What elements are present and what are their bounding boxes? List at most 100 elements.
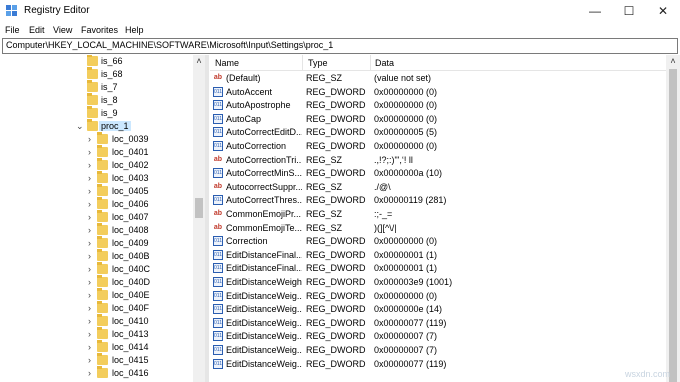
column-divider[interactable] [370, 55, 371, 70]
tree-item-label[interactable]: loc_0409 [112, 238, 149, 248]
value-row[interactable]: 011 Correction REG_DWORD 0x00000000 (0) [210, 235, 666, 248]
tree-item[interactable]: › loc_0410 [0, 314, 190, 328]
tree-item-label[interactable]: is_68 [101, 69, 123, 79]
chevron-right-icon[interactable]: › [88, 212, 91, 222]
minimize-button[interactable]: — [578, 0, 612, 22]
chevron-right-icon[interactable]: › [88, 329, 91, 339]
close-button[interactable]: ✕ [646, 0, 680, 22]
value-row[interactable]: 011 AutoCap REG_DWORD 0x00000000 (0) [210, 113, 666, 126]
column-header-data[interactable]: Data [375, 58, 394, 68]
scroll-up-arrow-icon[interactable]: ˄ [193, 55, 205, 67]
scroll-up-arrow-icon[interactable]: ˄ [666, 55, 680, 67]
tree-item[interactable]: › loc_040F [0, 301, 190, 315]
tree-item[interactable]: › loc_0406 [0, 197, 190, 211]
address-text[interactable]: Computer\HKEY_LOCAL_MACHINE\SOFTWARE\Mic… [6, 40, 333, 50]
chevron-right-icon[interactable]: › [88, 355, 91, 365]
values-scroll-thumb[interactable] [669, 69, 677, 382]
tree-item-label[interactable]: is_9 [101, 108, 118, 118]
menu-view[interactable]: View [53, 25, 72, 35]
column-divider[interactable] [302, 55, 303, 70]
tree-item[interactable]: › loc_0408 [0, 223, 190, 237]
value-row[interactable]: ab (Default) REG_SZ (value not set) [210, 72, 666, 85]
tree-item-label[interactable]: loc_0039 [112, 134, 149, 144]
value-row[interactable]: 011 EditDistanceWeight REG_DWORD 0x000003e9… [210, 276, 666, 289]
tree-item[interactable]: › loc_0413 [0, 327, 190, 341]
tree-item-label[interactable]: is_66 [101, 56, 123, 66]
value-row[interactable]: 011 EditDistanceWeig... REG_DWORD 0x0000000… [210, 344, 666, 357]
tree-item-label[interactable]: loc_040E [112, 290, 150, 300]
tree-item-label[interactable]: loc_0403 [112, 173, 149, 183]
tree-item-label[interactable]: loc_040B [112, 251, 150, 261]
chevron-right-icon[interactable]: › [88, 160, 91, 170]
value-row[interactable]: 011 EditDistanceWeig... REG_DWORD 0x0000007… [210, 358, 666, 371]
value-row[interactable]: 011 EditDistanceWeig... REG_DWORD 0x0000000… [210, 330, 666, 343]
value-row[interactable]: 011 EditDistanceFinal... REG_DWORD 0x000000… [210, 262, 666, 275]
menu-help[interactable]: Help [125, 25, 144, 35]
tree-item[interactable]: is_7 [0, 80, 190, 94]
tree-item[interactable]: is_66 [0, 55, 190, 68]
tree-item[interactable]: is_8 [0, 93, 190, 107]
chevron-right-icon[interactable]: › [88, 342, 91, 352]
tree-item[interactable]: is_9 [0, 106, 190, 120]
chevron-right-icon[interactable]: › [88, 238, 91, 248]
value-row[interactable]: 011 AutoCorrectThres... REG_DWORD 0x0000011… [210, 194, 666, 207]
tree-item-label[interactable]: loc_0407 [112, 212, 149, 222]
tree-scroll-thumb[interactable] [195, 198, 203, 218]
tree-item[interactable]: › loc_040B [0, 249, 190, 263]
tree-item-label[interactable]: loc_0405 [112, 186, 149, 196]
value-row[interactable]: ab CommonEmojiPr... REG_SZ:;-_= [210, 208, 666, 221]
tree-item[interactable]: › loc_0403 [0, 171, 190, 185]
tree-item[interactable]: › loc_040C [0, 262, 190, 276]
tree-item-label[interactable]: loc_040C [112, 264, 150, 274]
tree-item-label[interactable]: proc_1 [99, 121, 131, 131]
column-header-name[interactable]: Name [215, 58, 239, 68]
value-row[interactable]: ab AutocorrectSuppr... REG_SZ ./@\ [210, 181, 666, 194]
tree-item[interactable]: › loc_0407 [0, 210, 190, 224]
value-row[interactable]: 011 AutoApostrophe REG_DWORD 0x00000000 (0) [210, 99, 666, 112]
tree-item[interactable]: is_68 [0, 67, 190, 81]
chevron-right-icon[interactable]: › [88, 264, 91, 274]
value-row[interactable]: 011 EditDistanceWeig... REG_DWORD 0x0000000… [210, 290, 666, 303]
pane-splitter[interactable] [205, 55, 209, 382]
value-row[interactable]: ab AutoCorrectionTri... REG_SZ .,!?;:)"',‘!… [210, 154, 666, 167]
value-row[interactable]: 011 EditDistanceFinal... REG_DWORD 0x000000… [210, 249, 666, 262]
chevron-right-icon[interactable]: › [88, 290, 91, 300]
chevron-right-icon[interactable]: › [88, 303, 91, 313]
tree-item[interactable]: › loc_040E [0, 288, 190, 302]
maximize-button[interactable]: ☐ [612, 0, 646, 22]
tree-item-selected[interactable]: ⌄ proc_1 [0, 119, 190, 133]
tree-item[interactable]: › loc_040D [0, 275, 190, 289]
column-header-type[interactable]: Type [308, 58, 328, 68]
values-scrollbar[interactable]: ˄ [666, 55, 680, 382]
tree-item-label[interactable]: loc_040D [112, 277, 150, 287]
menu-favorites[interactable]: Favorites [81, 25, 118, 35]
tree-item[interactable]: › loc_0401 [0, 145, 190, 159]
menu-file[interactable]: File [5, 25, 20, 35]
address-bar[interactable]: Computer\HKEY_LOCAL_MACHINE\SOFTWARE\Mic… [2, 38, 678, 54]
chevron-right-icon[interactable]: › [88, 147, 91, 157]
tree-item[interactable]: › loc_0402 [0, 158, 190, 172]
tree-item-label[interactable]: loc_0406 [112, 199, 149, 209]
tree-item[interactable]: › loc_0039 [0, 132, 190, 146]
chevron-right-icon[interactable]: › [88, 134, 91, 144]
value-row[interactable]: ab CommonEmojiTe... REG_SZ)(][^\/| [210, 222, 666, 235]
value-row[interactable]: 011 AutoCorrectEditD... REG_DWORD 0x0000000… [210, 126, 666, 139]
tree-item[interactable]: › loc_0416 [0, 366, 190, 380]
tree-item-label[interactable]: loc_0402 [112, 160, 149, 170]
menu-edit[interactable]: Edit [29, 25, 45, 35]
value-row[interactable]: 011 EditDistanceWeig... REG_DWORD 0x0000000… [210, 303, 666, 316]
tree-item[interactable]: › loc_0414 [0, 340, 190, 354]
tree-item-label[interactable]: loc_040F [112, 303, 149, 313]
chevron-down-icon[interactable]: ⌄ [76, 121, 84, 132]
tree-scrollbar[interactable]: ˄ [193, 55, 205, 382]
chevron-right-icon[interactable]: › [88, 225, 91, 235]
tree-item-label[interactable]: loc_0413 [112, 329, 149, 339]
chevron-right-icon[interactable]: › [88, 199, 91, 209]
tree-item[interactable]: › loc_0415 [0, 353, 190, 367]
tree-item[interactable]: › loc_0405 [0, 184, 190, 198]
tree-item-label[interactable]: is_8 [101, 95, 118, 105]
value-row[interactable]: 011 AutoCorrection REG_DWORD 0x00000000 (0) [210, 140, 666, 153]
tree-item-label[interactable]: loc_0408 [112, 225, 149, 235]
value-row[interactable]: 011 AutoAccent REG_DWORD 0x00000000 (0) [210, 86, 666, 99]
value-row[interactable]: 011 AutoCorrectMinS... REG_DWORD 0x0000000a… [210, 167, 666, 180]
